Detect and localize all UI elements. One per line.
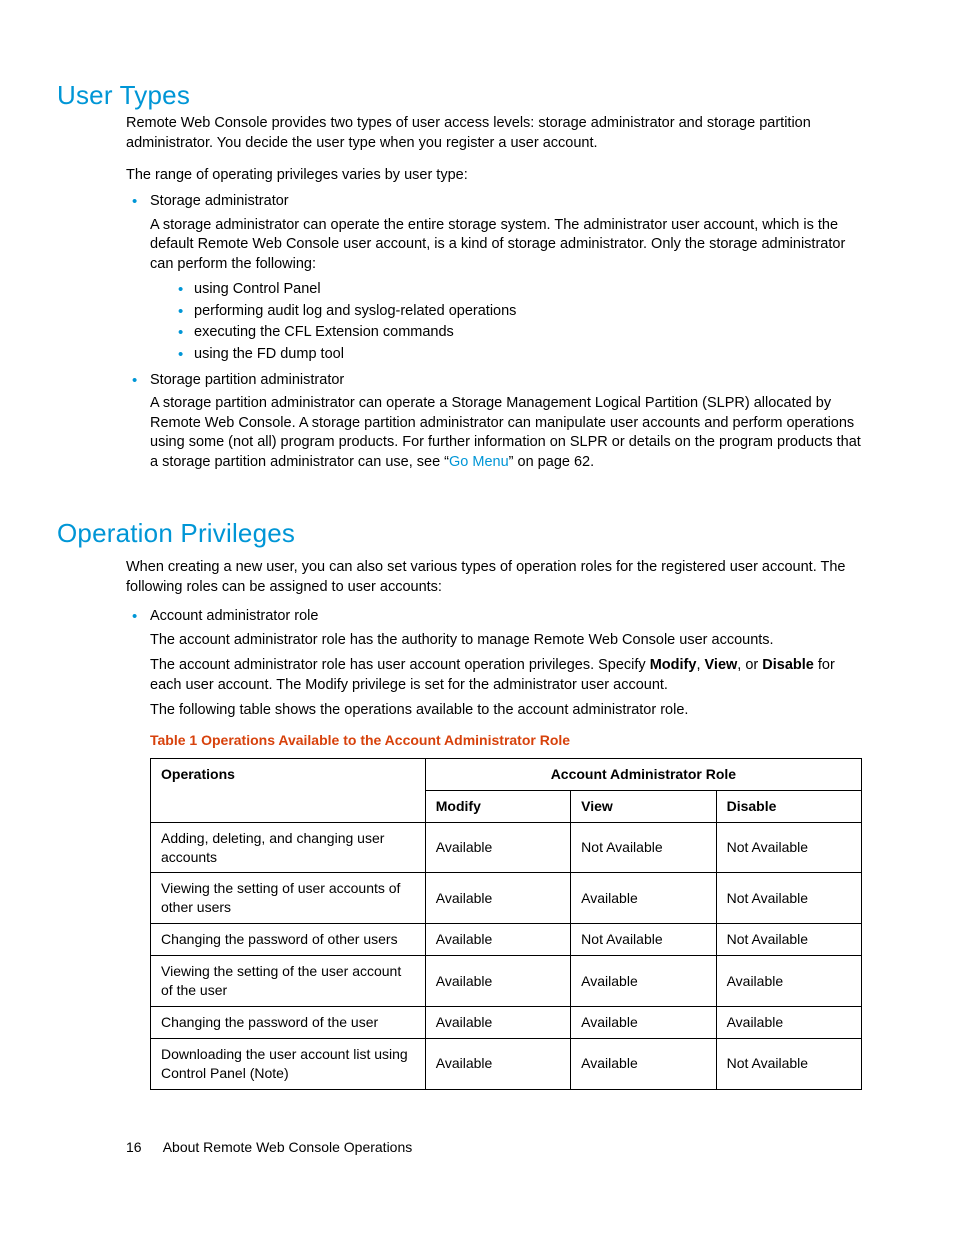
td-val: Available bbox=[571, 1006, 716, 1038]
td-operation: Downloading the user account list using … bbox=[151, 1038, 426, 1089]
sublist-item: using Control Panel bbox=[174, 280, 866, 300]
td-val: Available bbox=[425, 924, 570, 956]
table-row: Viewing the setting of the user account … bbox=[151, 956, 862, 1007]
td-operation: Viewing the setting of the user account … bbox=[151, 956, 426, 1007]
list-item-desc: A storage administrator can operate the … bbox=[150, 216, 866, 275]
op-privs-block: When creating a new user, you can also s… bbox=[126, 558, 866, 1094]
td-val: Available bbox=[425, 822, 570, 873]
td-operation: Changing the password of the user bbox=[151, 1006, 426, 1038]
td-val: Not Available bbox=[716, 822, 861, 873]
td-val: Available bbox=[425, 1038, 570, 1089]
table-row: Viewing the setting of user accounts of … bbox=[151, 873, 862, 924]
td-val: Not Available bbox=[716, 873, 861, 924]
td-val: Available bbox=[425, 873, 570, 924]
table-caption: Table 1 Operations Available to the Acco… bbox=[150, 731, 866, 750]
user-types-list: Storage administrator A storage administ… bbox=[126, 192, 866, 472]
bold-modify: Modify bbox=[650, 657, 697, 673]
th-group: Account Administrator Role bbox=[425, 758, 861, 790]
paragraph: The range of operating privileges varies… bbox=[126, 166, 866, 186]
table-row: Downloading the user account list using … bbox=[151, 1038, 862, 1089]
paragraph: The account administrator role has the a… bbox=[150, 631, 866, 651]
th-disable: Disable bbox=[716, 790, 861, 822]
td-val: Available bbox=[425, 1006, 570, 1038]
td-val: Available bbox=[571, 956, 716, 1007]
td-val: Not Available bbox=[716, 924, 861, 956]
heading-operation-privileges: Operation Privileges bbox=[57, 516, 295, 551]
list-item-label: Account administrator role bbox=[150, 608, 318, 624]
storage-admin-sublist: using Control Panel performing audit log… bbox=[150, 280, 866, 364]
operations-table: Operations Account Administrator Role Mo… bbox=[150, 758, 862, 1090]
page: User Types Remote Web Console provides t… bbox=[0, 0, 954, 1235]
footer-title: About Remote Web Console Operations bbox=[163, 1139, 413, 1155]
desc-post: ” on page 62. bbox=[509, 454, 594, 470]
roles-list: Account administrator role The account a… bbox=[126, 607, 866, 1089]
table-row: Adding, deleting, and changing user acco… bbox=[151, 822, 862, 873]
sublist-item: executing the CFL Extension commands bbox=[174, 323, 866, 343]
td-val: Available bbox=[716, 1006, 861, 1038]
td-val: Not Available bbox=[716, 1038, 861, 1089]
td-val: Not Available bbox=[571, 924, 716, 956]
sublist-item: performing audit log and syslog-related … bbox=[174, 302, 866, 322]
go-menu-link[interactable]: Go Menu bbox=[449, 454, 509, 470]
paragraph: The following table shows the operations… bbox=[150, 701, 866, 721]
td-val: Available bbox=[571, 873, 716, 924]
list-item-account-admin-role: Account administrator role The account a… bbox=[126, 607, 866, 1089]
th-modify: Modify bbox=[425, 790, 570, 822]
th-operations: Operations bbox=[151, 758, 426, 822]
td-val: Not Available bbox=[571, 822, 716, 873]
paragraph: The account administrator role has user … bbox=[150, 656, 866, 695]
sublist-item: using the FD dump tool bbox=[174, 345, 866, 365]
list-item-storage-partition-admin: Storage partition administrator A storag… bbox=[126, 371, 866, 473]
page-footer: 16 About Remote Web Console Operations bbox=[126, 1138, 412, 1157]
list-item-desc: A storage partition administrator can op… bbox=[150, 394, 866, 472]
list-item-storage-admin: Storage administrator A storage administ… bbox=[126, 192, 866, 365]
list-item-label: Storage partition administrator bbox=[150, 372, 344, 388]
td-val: Available bbox=[571, 1038, 716, 1089]
td-operation: Changing the password of other users bbox=[151, 924, 426, 956]
user-types-intro-1: Remote Web Console provides two types of… bbox=[126, 114, 866, 163]
td-operation: Adding, deleting, and changing user acco… bbox=[151, 822, 426, 873]
text-run: The account administrator role has user … bbox=[150, 657, 650, 673]
td-operation: Viewing the setting of user accounts of … bbox=[151, 873, 426, 924]
td-val: Available bbox=[716, 956, 861, 1007]
bold-disable: Disable bbox=[762, 657, 814, 673]
th-view: View bbox=[571, 790, 716, 822]
list-item-label: Storage administrator bbox=[150, 193, 289, 209]
heading-user-types: User Types bbox=[57, 78, 190, 113]
paragraph: When creating a new user, you can also s… bbox=[126, 558, 866, 597]
paragraph: Remote Web Console provides two types of… bbox=[126, 114, 866, 153]
text-run: , bbox=[696, 657, 704, 673]
bold-view: View bbox=[705, 657, 738, 673]
table-row: Changing the password of the user Availa… bbox=[151, 1006, 862, 1038]
table-row: Changing the password of other users Ava… bbox=[151, 924, 862, 956]
text-run: , or bbox=[737, 657, 762, 673]
user-types-list-block: Storage administrator A storage administ… bbox=[126, 192, 866, 478]
td-val: Available bbox=[425, 956, 570, 1007]
page-number: 16 bbox=[126, 1138, 142, 1157]
